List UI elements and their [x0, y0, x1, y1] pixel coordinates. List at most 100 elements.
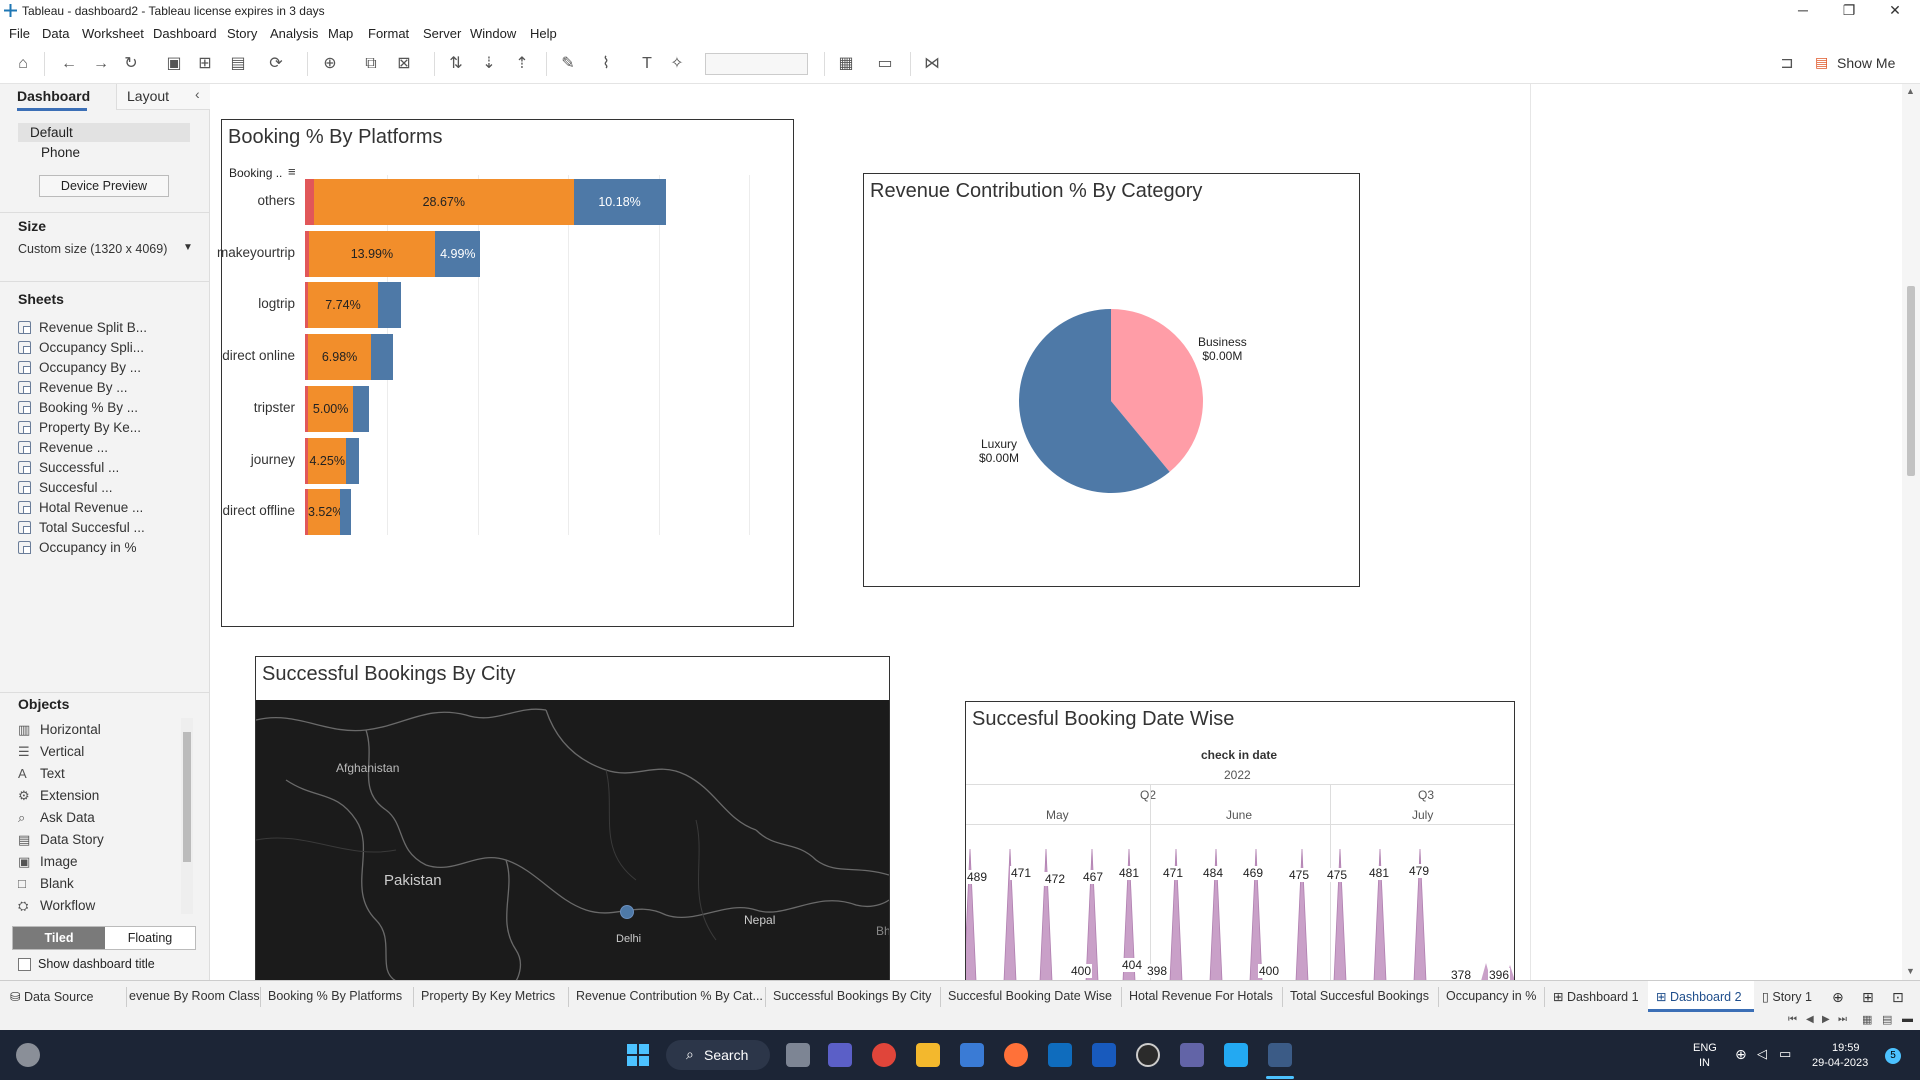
tab-dashboard-1[interactable]: ⊞ Dashboard 1: [1553, 989, 1639, 1004]
object-text[interactable]: A Text: [18, 766, 65, 781]
tab-bookings-city[interactable]: Successful Bookings By City: [773, 989, 931, 1003]
word-icon[interactable]: [1092, 1043, 1116, 1067]
media-player-icon[interactable]: [1136, 1043, 1160, 1067]
teams-icon[interactable]: [1180, 1043, 1204, 1067]
menu-worksheet[interactable]: Worksheet: [82, 26, 144, 41]
object-vertical[interactable]: ☰ Vertical: [18, 744, 84, 760]
bar-segment[interactable]: [353, 385, 369, 432]
nav-prev-icon[interactable]: ◀: [1806, 1014, 1814, 1025]
datewise-spike[interactable]: [1085, 848, 1099, 981]
menu-story[interactable]: Story: [227, 26, 257, 41]
new-datasource-icon[interactable]: ⊞: [195, 54, 215, 74]
filmstrip-view-icon[interactable]: ▤: [1882, 1013, 1892, 1026]
show-cards-icon[interactable]: ▦: [836, 54, 856, 74]
tableau-task-icon[interactable]: [1268, 1043, 1292, 1067]
menu-format[interactable]: Format: [368, 26, 409, 41]
group-icon[interactable]: ⌇: [596, 54, 616, 74]
sheet-item[interactable]: Occupancy Spli...: [18, 340, 144, 358]
object-blank[interactable]: □ Blank: [18, 876, 74, 891]
datewise-panel[interactable]: Succesful Booking Date Wise check in dat…: [965, 701, 1515, 982]
bar-segment[interactable]: [339, 489, 351, 536]
highlight-icon[interactable]: ✎: [558, 54, 578, 74]
chrome-icon[interactable]: [872, 1043, 896, 1067]
teams-chat-icon[interactable]: [828, 1043, 852, 1067]
windows-start-icon[interactable]: [627, 1044, 649, 1066]
clock-date[interactable]: 29-04-2023: [1812, 1057, 1868, 1069]
network-icon[interactable]: ⊕: [1735, 1046, 1747, 1063]
new-worksheet-tab-icon[interactable]: ⊕: [1832, 989, 1844, 1006]
grid-view-icon[interactable]: ▦: [1862, 1013, 1872, 1026]
scroll-thumb[interactable]: [1907, 286, 1915, 476]
device-default[interactable]: Default: [18, 123, 190, 142]
object-image[interactable]: ▣ Image: [18, 854, 78, 870]
taskbar-search[interactable]: ⌕ Search: [666, 1040, 770, 1070]
tab-property-metrics[interactable]: Property By Key Metrics: [421, 989, 555, 1003]
ask-icon[interactable]: ⊐: [1777, 54, 1797, 74]
volume-icon[interactable]: ◁: [1757, 1046, 1767, 1062]
sheet-item[interactable]: Total Succesful ...: [18, 520, 145, 538]
share-icon[interactable]: ⋈: [922, 54, 942, 74]
firefox-icon[interactable]: [1004, 1043, 1028, 1067]
map[interactable]: Afghanistan Pakistan Delhi Nepal Bh: [256, 700, 889, 981]
floating-button[interactable]: Floating: [105, 927, 195, 949]
menu-server[interactable]: Server: [423, 26, 461, 41]
object-workflow[interactable]: ⛭ Workflow: [18, 898, 95, 914]
datewise-spike[interactable]: [1039, 848, 1053, 981]
booking-panel[interactable]: Booking % By Platforms Booking .. ≡ othe…: [217, 119, 794, 627]
new-dashboard-tab-icon[interactable]: ⊞: [1862, 989, 1874, 1006]
save-icon[interactable]: ▣: [164, 54, 184, 74]
swap-icon[interactable]: ⇅: [446, 54, 466, 74]
menu-data[interactable]: Data: [42, 26, 69, 41]
task-view-icon[interactable]: [786, 1043, 810, 1067]
sort-asc-icon[interactable]: ⇣: [479, 54, 499, 74]
bar-segment[interactable]: [371, 334, 393, 381]
back-icon[interactable]: ←: [59, 54, 79, 74]
device-phone[interactable]: Phone: [41, 145, 80, 160]
maximize-button[interactable]: ❐: [1826, 0, 1872, 22]
sheet-item[interactable]: Revenue Split B...: [18, 320, 147, 338]
sort-icon[interactable]: ≡: [288, 164, 296, 179]
sheet-item[interactable]: Successful ...: [18, 460, 119, 478]
lang-label[interactable]: ENG: [1693, 1042, 1717, 1054]
tabs-view-icon[interactable]: ▬: [1902, 1013, 1913, 1025]
map-panel[interactable]: Successful Bookings By City Afghanistan …: [255, 656, 890, 981]
sheet-item[interactable]: Hotal Revenue ...: [18, 500, 143, 518]
sheet-item[interactable]: Booking % By ...: [18, 400, 138, 418]
fit-dropdown[interactable]: [705, 53, 808, 75]
minimize-button[interactable]: ─: [1780, 0, 1826, 22]
tab-story-1[interactable]: ▯ Story 1: [1762, 989, 1812, 1004]
sheet-item[interactable]: Occupancy By ...: [18, 360, 141, 378]
presentation-icon[interactable]: ▭: [875, 54, 895, 74]
sheet-item[interactable]: Revenue ...: [18, 440, 108, 458]
tab-dashboard-2[interactable]: ⊞ Dashboard 2: [1656, 989, 1742, 1004]
object-horizontal[interactable]: ▥ Horizontal: [18, 722, 101, 738]
objects-scrollbar[interactable]: [181, 718, 193, 914]
menu-window[interactable]: Window: [470, 26, 516, 41]
tab-dashboard[interactable]: Dashboard: [17, 88, 90, 104]
device-preview-button[interactable]: Device Preview: [39, 175, 169, 197]
outlook-icon[interactable]: [1048, 1043, 1072, 1067]
size-dropdown-arrow-icon[interactable]: ▼: [183, 242, 193, 253]
menu-dashboard[interactable]: Dashboard: [153, 26, 217, 41]
revenue-category-panel[interactable]: Revenue Contribution % By Category Busin…: [863, 173, 1360, 587]
vscode-icon[interactable]: [1224, 1043, 1248, 1067]
tiled-button[interactable]: Tiled: [13, 927, 105, 949]
tab-data-source[interactable]: ⛁ Data Source: [10, 989, 93, 1004]
new-story-tab-icon[interactable]: ⊡: [1892, 989, 1904, 1006]
forward-icon[interactable]: →: [91, 54, 111, 74]
datewise-spike[interactable]: [966, 848, 977, 981]
new-worksheet-icon[interactable]: ⊕: [320, 54, 340, 74]
tab-hotal-revenue[interactable]: Hotal Revenue For Hotals: [1129, 989, 1273, 1003]
pin-icon[interactable]: ✧: [667, 54, 687, 74]
notification-badge[interactable]: 5: [1885, 1048, 1901, 1064]
bar-segment[interactable]: [378, 282, 401, 329]
file-explorer-icon[interactable]: [916, 1043, 940, 1067]
weather-icon[interactable]: [16, 1043, 40, 1067]
nav-next-icon[interactable]: ▶: [1822, 1014, 1830, 1025]
battery-icon[interactable]: ▭: [1779, 1046, 1791, 1062]
tab-revenue-contribution[interactable]: Revenue Contribution % By Cat...: [576, 989, 763, 1003]
nav-first-icon[interactable]: ⏮: [1788, 1014, 1797, 1025]
object-data-story[interactable]: ▤ Data Story: [18, 832, 104, 848]
sort-field-label[interactable]: Booking ..: [229, 166, 282, 180]
nav-last-icon[interactable]: ⏭: [1838, 1014, 1847, 1025]
